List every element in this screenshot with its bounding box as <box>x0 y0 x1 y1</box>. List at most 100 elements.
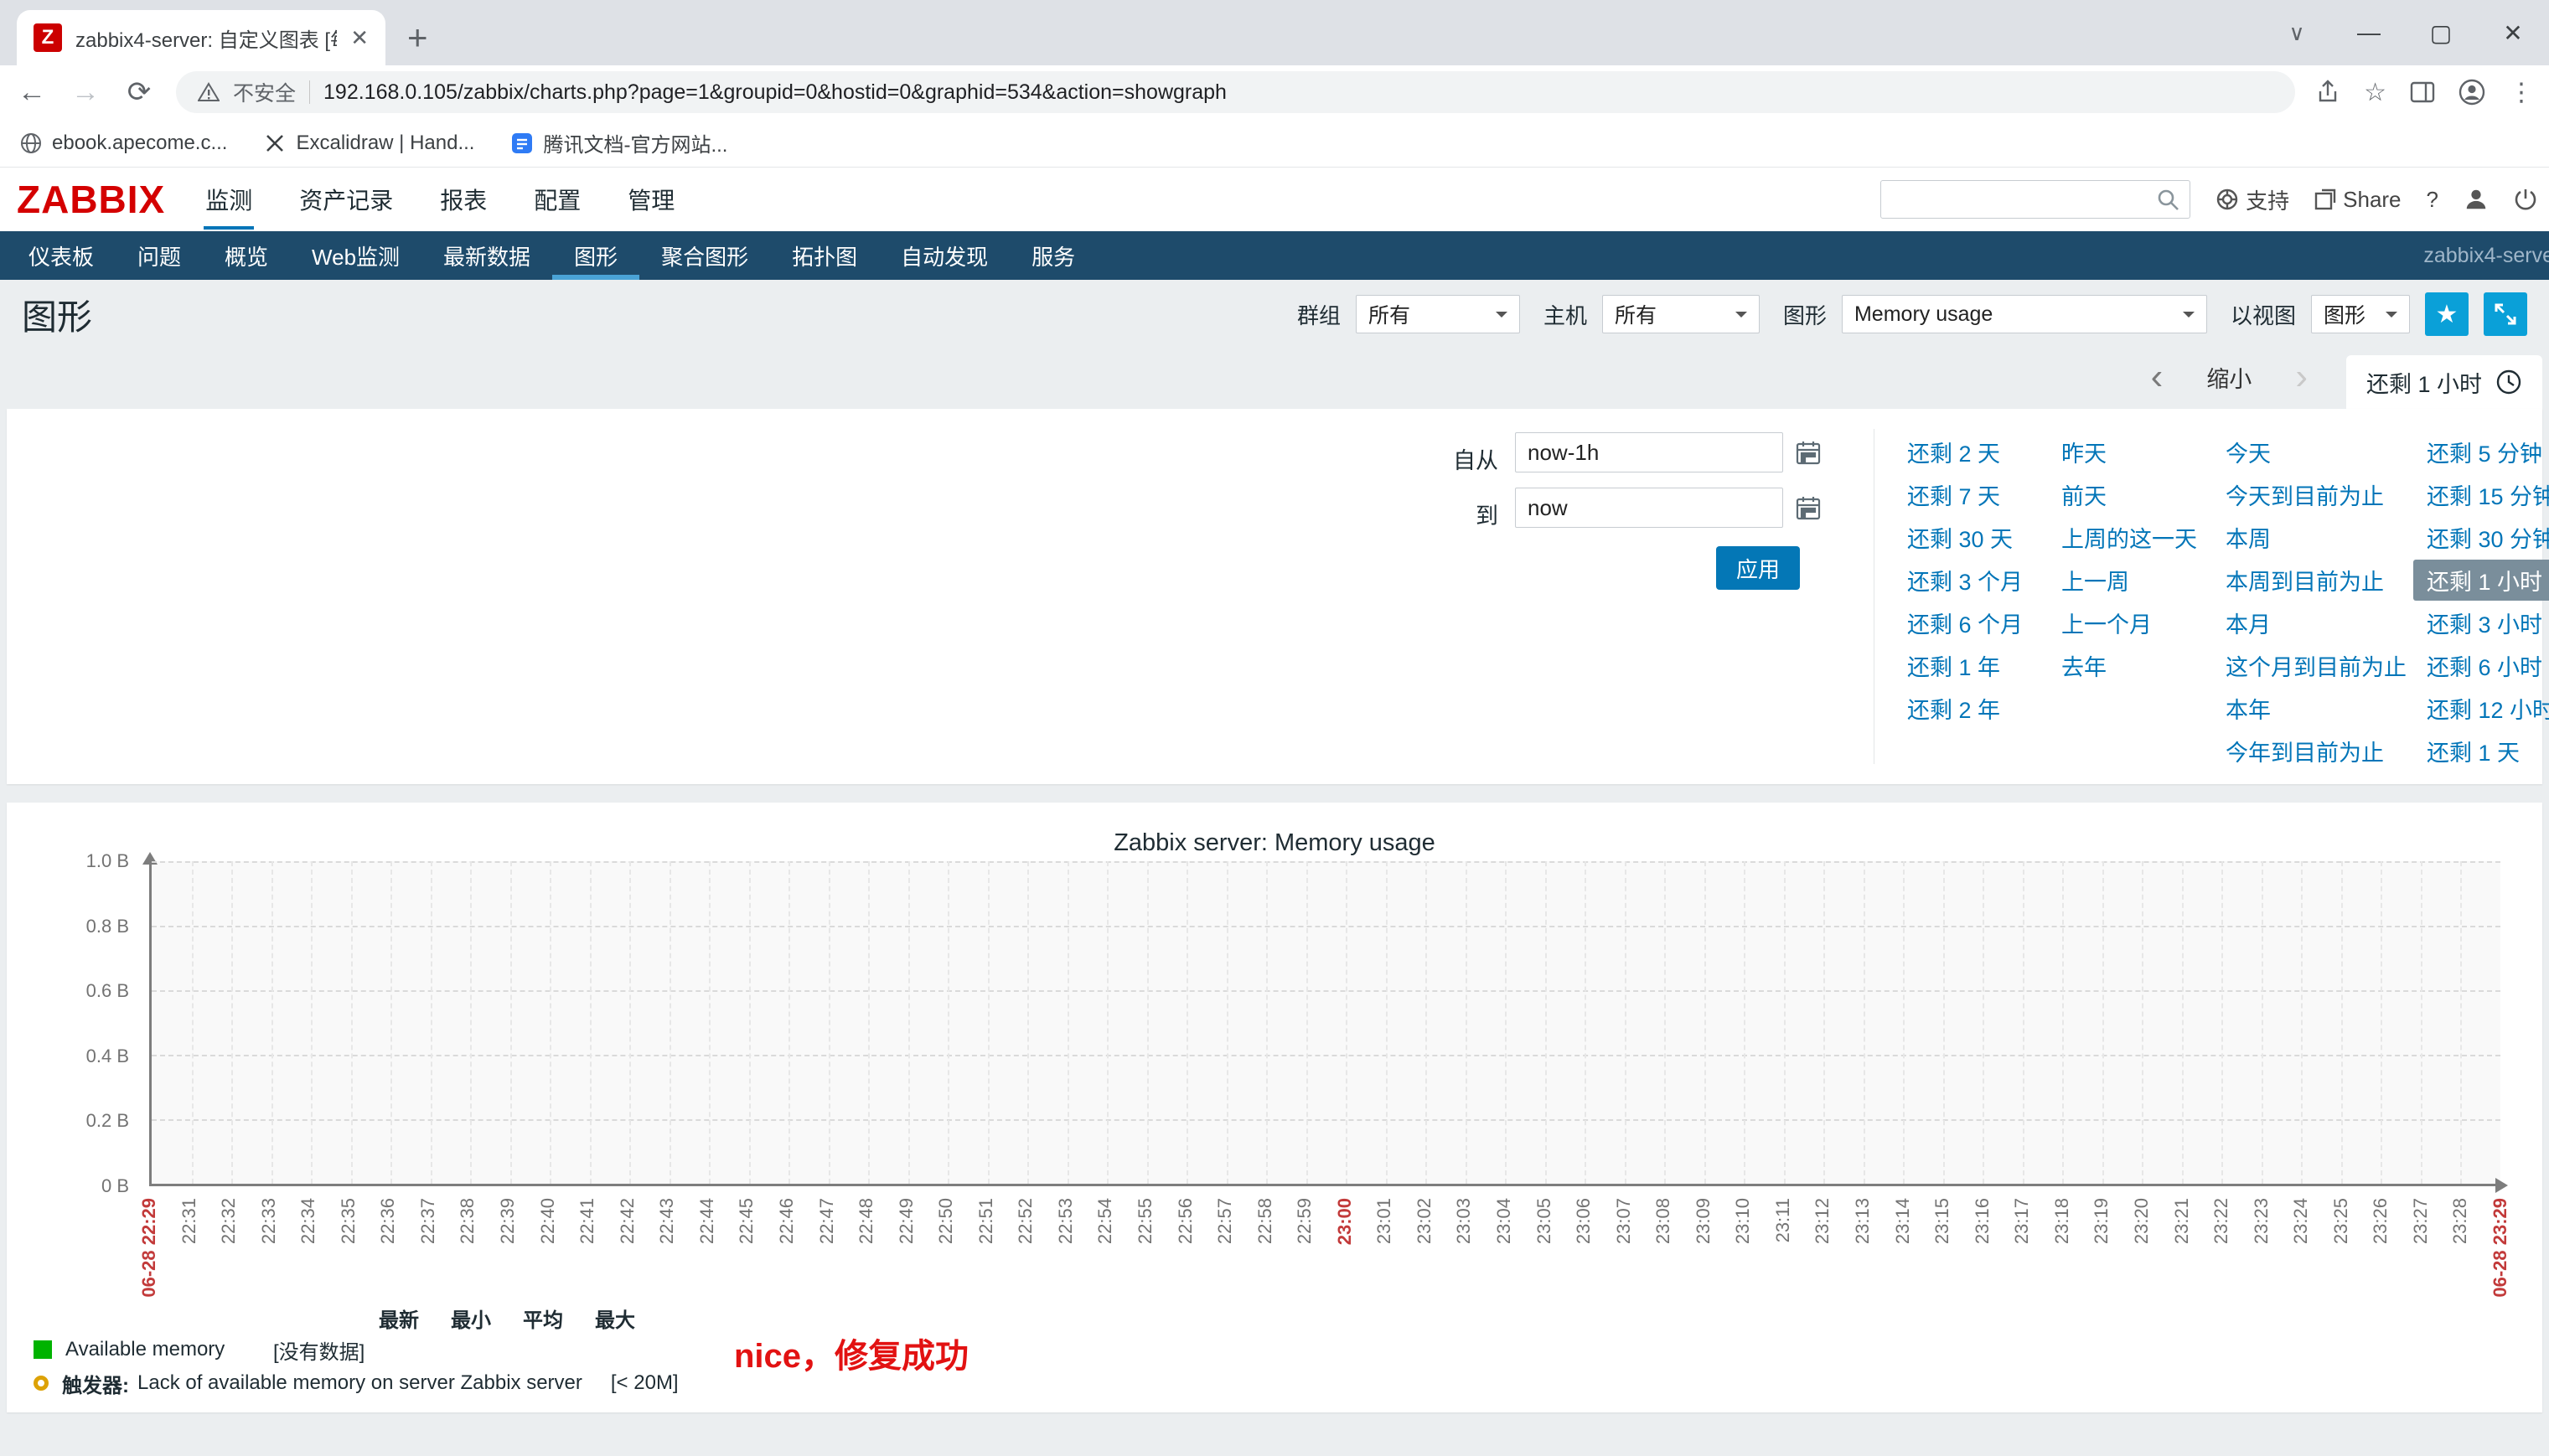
browser-tab[interactable]: Z zabbix4-server: 自定义图表 [每 ✕ <box>17 10 385 65</box>
add-to-favorites-button[interactable]: ★ <box>2425 292 2469 336</box>
share-link[interactable]: Share <box>2314 187 2401 213</box>
window-maximize-button[interactable]: ▢ <box>2405 19 2477 47</box>
time-range-link[interactable]: 还剩 5 分钟 <box>2427 431 2549 473</box>
subnav-latest-data[interactable]: 最新数据 <box>421 231 552 280</box>
kiosk-mode-button[interactable] <box>2484 292 2527 336</box>
subnav-graphs[interactable]: 图形 <box>552 231 639 280</box>
nav-item-monitoring[interactable]: 监测 <box>204 169 254 230</box>
nav-item-administration[interactable]: 管理 <box>626 169 676 230</box>
nav-item-configuration[interactable]: 配置 <box>532 169 582 230</box>
time-range-link[interactable]: 前天 <box>2061 473 2197 516</box>
help-link[interactable]: ? <box>2427 187 2438 213</box>
group-select[interactable]: 所有 <box>1356 295 1520 333</box>
tab-search-chevron-icon[interactable]: ∨ <box>2261 20 2333 46</box>
legend-header-min: 最小 <box>451 1304 523 1333</box>
time-range-link[interactable]: 还剩 1 天 <box>2427 730 2549 772</box>
time-range-link[interactable]: 本月 <box>2226 602 2407 644</box>
x-tick-label: 23:27 <box>2410 1198 2432 1244</box>
bookmark-star-icon[interactable]: ☆ <box>2364 78 2386 107</box>
browser-menu-icon[interactable]: ⋮ <box>2509 78 2534 107</box>
graph-select[interactable]: Memory usage <box>1842 295 2207 333</box>
logout-icon[interactable] <box>2514 188 2537 211</box>
time-range-link[interactable]: 上周的这一天 <box>2061 516 2197 559</box>
side-panel-icon[interactable] <box>2410 80 2435 104</box>
time-range-link[interactable]: 还剩 30 分钟 <box>2427 516 2549 559</box>
grid-line-v <box>749 861 751 1184</box>
nav-item-reports[interactable]: 报表 <box>438 169 489 230</box>
bookmark-item[interactable]: ebook.apecome.c... <box>20 132 227 155</box>
from-calendar-icon[interactable] <box>1792 436 1825 469</box>
reload-button[interactable]: ⟳ <box>122 75 156 109</box>
time-range-link[interactable]: 还剩 12 小时 <box>2427 687 2549 730</box>
grid-line-v <box>2221 861 2223 1184</box>
new-tab-button[interactable]: + <box>407 20 428 55</box>
subnav-services[interactable]: 服务 <box>1010 231 1097 280</box>
bookmark-item[interactable]: Excalidraw | Hand... <box>264 132 474 155</box>
subnav-screens[interactable]: 聚合图形 <box>639 231 770 280</box>
time-range-link[interactable]: 去年 <box>2061 644 2197 687</box>
time-range-link[interactable]: 还剩 1 小时 <box>2427 559 2549 602</box>
subnav-web[interactable]: Web监测 <box>290 231 421 280</box>
time-range-link[interactable]: 今年到目前为止 <box>2226 730 2407 772</box>
grid-line-v <box>1983 861 1984 1184</box>
tab-close-icon[interactable]: ✕ <box>350 25 369 51</box>
bookmark-item[interactable]: 腾讯文档-官方网站... <box>511 128 727 157</box>
host-select[interactable]: 所有 <box>1602 295 1760 333</box>
zoom-out-button[interactable]: 缩小 <box>2206 361 2252 394</box>
subnav-dashboard[interactable]: 仪表板 <box>7 231 116 280</box>
time-range-link[interactable]: 本周到目前为止 <box>2226 559 2407 602</box>
share-icon[interactable] <box>2315 80 2340 105</box>
user-profile-icon[interactable] <box>2464 187 2489 212</box>
subnav-maps[interactable]: 拓扑图 <box>770 231 879 280</box>
time-range-link[interactable]: 还剩 7 天 <box>1907 473 2023 516</box>
time-range-link[interactable]: 还剩 3 小时 <box>2427 602 2549 644</box>
bookmark-label: 腾讯文档-官方网站... <box>543 128 727 157</box>
grid-line-v <box>390 861 392 1184</box>
back-button[interactable]: ← <box>15 76 49 109</box>
time-range-link[interactable]: 还剩 6 小时 <box>2427 644 2549 687</box>
view-as-select[interactable]: 图形 <box>2311 295 2410 333</box>
x-tick-label: 22:50 <box>935 1198 957 1244</box>
window-close-button[interactable]: ✕ <box>2477 19 2549 47</box>
from-input[interactable] <box>1515 432 1783 472</box>
grid-line-v <box>2381 861 2382 1184</box>
profile-avatar-icon[interactable] <box>2459 79 2485 106</box>
global-search-input[interactable] <box>1880 180 2190 219</box>
time-range-link[interactable]: 还剩 15 分钟 <box>2427 473 2549 516</box>
time-range-link[interactable]: 这个月到目前为止 <box>2226 644 2407 687</box>
security-label[interactable]: 不安全 <box>233 77 296 107</box>
time-range-link[interactable]: 还剩 2 天 <box>1907 431 2023 473</box>
time-range-link[interactable]: 上一周 <box>2061 559 2197 602</box>
trigger-text: Lack of available memory on server Zabbi… <box>137 1371 582 1395</box>
time-range-link[interactable]: 今天到目前为止 <box>2226 473 2407 516</box>
subnav-problems[interactable]: 问题 <box>116 231 203 280</box>
subnav-discovery[interactable]: 自动发现 <box>879 231 1010 280</box>
time-range-link[interactable]: 还剩 30 天 <box>1907 516 2023 559</box>
grid-line-v <box>470 861 472 1184</box>
grid-line-v <box>2182 861 2184 1184</box>
url-text[interactable]: 192.168.0.105/zabbix/charts.php?page=1&g… <box>323 80 1227 105</box>
plot-area[interactable] <box>149 861 2500 1186</box>
url-bar[interactable]: 不安全 192.168.0.105/zabbix/charts.php?page… <box>176 71 2295 113</box>
support-link[interactable]: 支持 <box>2216 184 2289 215</box>
time-range-link[interactable]: 还剩 3 个月 <box>1907 559 2023 602</box>
time-range-link[interactable]: 还剩 1 年 <box>1907 644 2023 687</box>
zabbix-logo[interactable]: ZABBIX <box>17 177 165 222</box>
time-range-tab[interactable]: 还剩 1 小时 <box>2346 355 2542 409</box>
time-range-link[interactable]: 今天 <box>2226 431 2407 473</box>
time-range-link[interactable]: 本周 <box>2226 516 2407 559</box>
series-color-swatch <box>34 1340 52 1359</box>
time-range-link[interactable]: 本年 <box>2226 687 2407 730</box>
to-input[interactable] <box>1515 488 1783 528</box>
window-minimize-button[interactable]: — <box>2333 19 2405 46</box>
time-range-link[interactable]: 还剩 2 年 <box>1907 687 2023 730</box>
time-range-link[interactable]: 昨天 <box>2061 431 2197 473</box>
grid-line-v <box>1943 861 1945 1184</box>
to-calendar-icon[interactable] <box>1792 491 1825 524</box>
subnav-overview[interactable]: 概览 <box>203 231 290 280</box>
time-range-link[interactable]: 上一个月 <box>2061 602 2197 644</box>
time-range-link[interactable]: 还剩 6 个月 <box>1907 602 2023 644</box>
nav-item-inventory[interactable]: 资产记录 <box>297 169 395 230</box>
time-back-button[interactable]: ‹ <box>2151 359 2164 395</box>
apply-button[interactable]: 应用 <box>1716 546 1800 590</box>
